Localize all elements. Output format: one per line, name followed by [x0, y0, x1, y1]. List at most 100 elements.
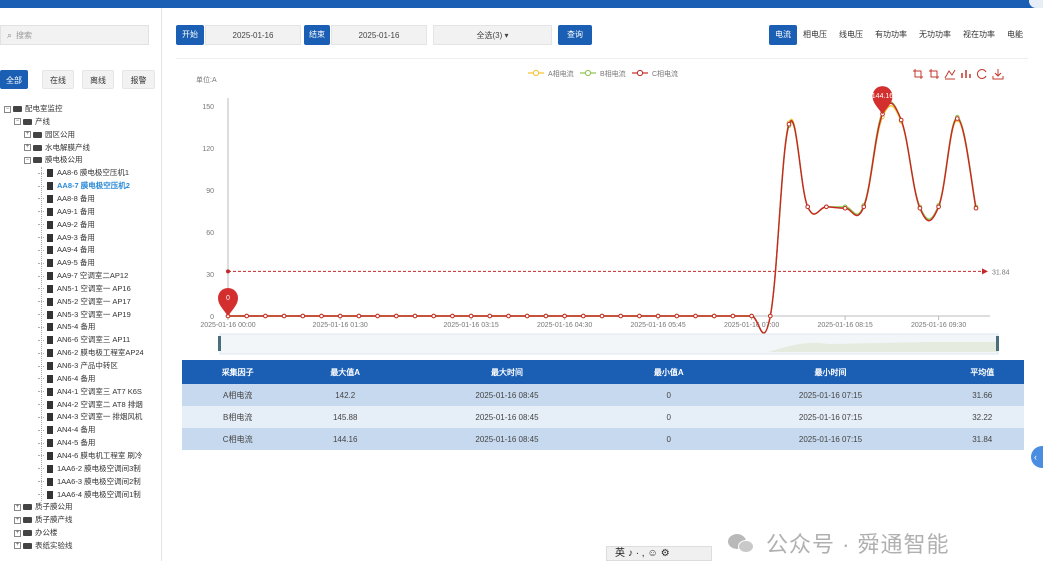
expand-icon[interactable]: + [24, 131, 31, 139]
data-point[interactable] [394, 313, 399, 319]
collapse-icon[interactable]: − [24, 156, 31, 164]
data-point[interactable] [319, 313, 324, 319]
legend-label[interactable]: C相电流 [652, 69, 678, 78]
data-point[interactable] [917, 205, 923, 211]
data-point[interactable] [244, 313, 249, 319]
tree-item[interactable]: AN6-6 空调室三 AP11 [38, 334, 130, 346]
data-point[interactable] [955, 116, 960, 121]
tree-folder[interactable]: + 水电解膜产线 [24, 142, 90, 154]
data-point[interactable] [543, 313, 549, 319]
tree-item[interactable]: 1AA6-2 膜电极空调间3制 [38, 463, 141, 475]
table-row[interactable]: A相电流 142.2 2025-01-16 08:45 0 2025-01-16 07:… [182, 384, 1024, 406]
data-point[interactable] [711, 313, 717, 319]
data-point[interactable] [300, 313, 306, 319]
filter-tab-0[interactable]: 全部 [0, 70, 28, 89]
download-icon[interactable] [992, 69, 1004, 80]
data-point[interactable] [861, 204, 867, 210]
tree-folder[interactable]: − 膜电极公用 [24, 154, 83, 166]
legend-label[interactable]: A相电流 [548, 69, 574, 78]
tree-folder[interactable]: + 办公楼 [14, 527, 58, 539]
tree-item[interactable]: AN6-2 膜电极工程室AP24 [38, 347, 144, 359]
data-point[interactable] [674, 313, 680, 319]
legend-marker[interactable] [636, 69, 644, 77]
tree-item[interactable]: AA9-3 备用 [38, 232, 95, 244]
data-point[interactable] [281, 313, 287, 319]
tree-folder[interactable]: − 配电室监控 [4, 103, 63, 115]
data-point[interactable] [412, 313, 418, 319]
table-row[interactable]: B相电流 145.88 2025-01-16 08:45 0 2025-01-16 07… [182, 406, 1024, 428]
data-point[interactable] [562, 313, 567, 319]
data-point[interactable] [337, 313, 343, 319]
data-point[interactable] [842, 205, 848, 211]
data-point[interactable] [468, 313, 474, 319]
bar-chart-icon[interactable] [961, 70, 971, 78]
tree-item[interactable]: AN5-3 空调室一 AP19 [38, 309, 131, 321]
tree-folder[interactable]: − 产线 [14, 116, 50, 128]
tree-item[interactable]: AN4-1 空调室三 AT7 K6S [38, 386, 142, 398]
table-header-cell[interactable]: 最大值A [293, 360, 398, 384]
data-point[interactable] [599, 313, 605, 319]
data-point[interactable] [581, 313, 586, 319]
tree-folder[interactable]: + 园区公用 [24, 129, 75, 141]
expand-icon[interactable]: + [14, 529, 21, 537]
tree-item[interactable]: AA9-5 备用 [38, 257, 95, 269]
tree-item[interactable]: AN4-2 空调室二 AT8 排烟 [38, 399, 143, 411]
tree-item[interactable]: AN4-6 膜电机工程室 刷冷 [38, 450, 142, 462]
data-point[interactable] [768, 313, 773, 319]
tree-item[interactable]: AN5-2 空调室一 AP17 [38, 296, 131, 308]
collapse-icon[interactable]: − [14, 118, 21, 126]
tree-item[interactable]: AA8-6 膜电极空压机1 [38, 167, 129, 179]
tree-item[interactable]: AN4-5 备用 [38, 437, 95, 449]
tree-item[interactable]: AN6-4 备用 [38, 373, 95, 385]
tree-item[interactable]: AN5-1 空调室一 AP16 [38, 283, 131, 295]
table-header-cell[interactable]: 最小时间 [720, 360, 941, 384]
table-row[interactable]: C相电流 144.16 2025-01-16 08:45 0 2025-01-16 07… [182, 428, 1024, 450]
data-point[interactable] [506, 313, 511, 319]
tree-item[interactable]: AN6-3 产品中转区 [38, 360, 118, 372]
data-point[interactable] [973, 205, 979, 211]
expand-icon[interactable]: + [24, 144, 31, 152]
zoom-handle-right[interactable] [996, 336, 999, 351]
data-point[interactable] [618, 313, 624, 319]
filter-tab-3[interactable]: 报警 [122, 70, 155, 89]
data-point[interactable] [263, 313, 268, 319]
factor-select[interactable]: 全选(3) ▾ [433, 25, 552, 45]
tree-item[interactable]: AA9-2 备用 [38, 219, 95, 231]
data-point[interactable] [524, 313, 530, 319]
metric-tab-6[interactable]: 电能 [1001, 25, 1029, 45]
tree-item[interactable]: AA8-8 备用 [38, 193, 95, 205]
data-point[interactable] [693, 313, 698, 319]
data-point[interactable] [487, 313, 493, 319]
tree-item[interactable]: AA8-7 膜电极空压机2 [38, 180, 130, 192]
data-point[interactable] [356, 313, 362, 319]
expand-icon[interactable]: + [14, 542, 21, 550]
data-point[interactable] [936, 204, 941, 210]
line-chart-icon[interactable] [944, 69, 956, 80]
expand-icon[interactable]: + [14, 516, 21, 524]
tree-item[interactable]: AA9-1 备用 [38, 206, 95, 218]
tree-folder[interactable]: + 质子膜公用 [14, 501, 73, 513]
metric-tab-2[interactable]: 线电压 [833, 25, 869, 45]
query-button[interactable]: 查询 [558, 25, 592, 45]
expand-icon[interactable]: + [14, 503, 21, 511]
data-point[interactable] [786, 121, 792, 127]
legend-marker[interactable] [584, 69, 592, 77]
data-point[interactable] [898, 117, 904, 123]
refresh-icon[interactable] [976, 69, 987, 79]
tree-folder[interactable]: + 表纸实验线 [14, 540, 73, 552]
search-input[interactable]: ⌕ 搜索 [0, 25, 149, 45]
tree-item[interactable]: AA9-4 备用 [38, 244, 95, 256]
data-point[interactable] [431, 313, 437, 319]
metric-tab-5[interactable]: 视在功率 [957, 25, 1001, 45]
data-point[interactable] [805, 204, 811, 210]
tree-item[interactable]: AN4-3 空调室一 排烟风机 [38, 411, 142, 423]
data-point[interactable] [824, 204, 829, 210]
legend-label[interactable]: B相电流 [600, 69, 626, 78]
table-header-cell[interactable]: 最大时间 [397, 360, 617, 384]
crop-icon[interactable] [913, 69, 923, 79]
metric-tab-4[interactable]: 无功功率 [913, 25, 957, 45]
tree-item[interactable]: AA9-7 空调室二AP12 [38, 270, 128, 282]
end-date-input[interactable]: 2025-01-16 [331, 25, 427, 45]
ime-toolbar[interactable]: 英♪∙,☺⚙ [606, 546, 712, 561]
user-icon[interactable] [1029, 0, 1043, 8]
